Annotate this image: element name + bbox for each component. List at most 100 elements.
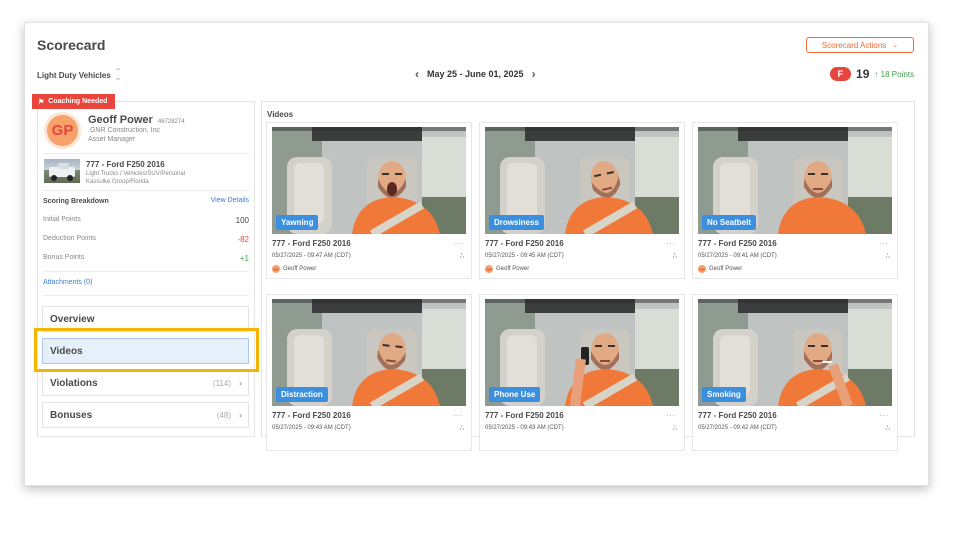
- videos-panel: Videos Yawning 777 - Ford F250 2016 ... …: [261, 101, 915, 451]
- grade-badge: F: [829, 67, 852, 81]
- event-type-badge: No Seatbelt: [702, 215, 757, 230]
- more-options-icon[interactable]: ...: [453, 409, 463, 418]
- chevron-down-icon: ⌄: [892, 42, 899, 49]
- video-vehicle-name: 777 - Ford F250 2016: [485, 411, 564, 420]
- video-timestamp: 05/27/2025 - 09:45 AM (CDT): [485, 253, 564, 259]
- bonuses-count: (48): [216, 410, 231, 420]
- arrow-up-icon: ↑: [874, 69, 879, 79]
- deduction-points-row: Deduction Points -82: [43, 235, 249, 244]
- vehicle-type-label: Light Duty Vehicles: [37, 70, 111, 80]
- vehicle-type-select[interactable]: Light Duty Vehicles ⌃ ⌄: [37, 68, 122, 82]
- more-options-icon[interactable]: ...: [666, 409, 676, 418]
- chevron-right-icon: ›: [239, 378, 242, 388]
- view-details-link[interactable]: View Details: [211, 197, 249, 204]
- initial-points-value: 100: [235, 216, 249, 225]
- attachments-link[interactable]: Attachments (0): [43, 279, 92, 286]
- video-thumbnail[interactable]: Smoking: [698, 299, 892, 406]
- share-icon[interactable]: ∴: [673, 424, 677, 432]
- video-timestamp: 05/27/2025 - 09:47 AM (CDT): [272, 253, 351, 259]
- bonus-points-row: Bonus Points +1: [43, 254, 249, 263]
- next-week-icon[interactable]: ›: [532, 67, 536, 81]
- scorecard-panel: Scorecard Scorecard Actions ⌄ Light Duty…: [24, 22, 929, 486]
- tab-violations[interactable]: Violations (114) ›: [42, 370, 249, 396]
- video-card[interactable]: Phone Use 777 - Ford F250 2016 ... 05/27…: [479, 294, 685, 451]
- video-driver-name: Geoff Power: [709, 266, 743, 272]
- video-card[interactable]: Yawning 777 - Ford F250 2016 ... 05/27/2…: [266, 122, 472, 279]
- points-delta-label: 18 Points: [880, 69, 914, 79]
- avatar: GP: [485, 265, 493, 273]
- video-card[interactable]: Smoking 777 - Ford F250 2016 ... 05/27/2…: [692, 294, 898, 451]
- violations-count: (114): [212, 378, 231, 388]
- video-card[interactable]: No Seatbelt 777 - Ford F250 2016 ... 05/…: [692, 122, 898, 279]
- previous-week-icon[interactable]: ‹: [415, 67, 419, 81]
- video-vehicle-name: 777 - Ford F250 2016: [485, 239, 564, 248]
- video-card[interactable]: Drowsiness 777 - Ford F250 2016 ... 05/2…: [479, 122, 685, 279]
- tab-overview-label: Overview: [50, 313, 95, 325]
- more-options-icon[interactable]: ...: [453, 237, 463, 246]
- deduction-points-label: Deduction Points: [43, 235, 96, 242]
- video-thumbnail[interactable]: Distraction: [272, 299, 466, 406]
- points-delta: ↑ 18 Points: [874, 70, 914, 79]
- tab-violations-label: Violations: [50, 377, 98, 389]
- tab-bonuses[interactable]: Bonuses (48) ›: [42, 402, 249, 428]
- vehicle-thumbnail: [44, 159, 80, 183]
- coaching-needed-label: Coaching Needed: [48, 98, 108, 105]
- event-type-badge: Distraction: [276, 387, 328, 402]
- more-options-icon[interactable]: ...: [879, 237, 889, 246]
- initial-points-label: Initial Points: [43, 216, 81, 223]
- video-vehicle-name: 777 - Ford F250 2016: [272, 239, 351, 248]
- video-driver: GP Geoff Power: [272, 265, 316, 273]
- flag-icon: ⚑: [38, 98, 45, 106]
- share-icon[interactable]: ∴: [460, 424, 464, 432]
- videos-tab-highlight: [34, 328, 259, 372]
- video-thumbnail[interactable]: Phone Use: [485, 299, 679, 406]
- video-timestamp: 05/27/2025 - 09:43 AM (CDT): [272, 425, 351, 431]
- video-card[interactable]: Distraction 777 - Ford F250 2016 ... 05/…: [266, 294, 472, 451]
- driver-id: 46728274: [157, 119, 185, 125]
- driver-name: Geoff Power 46728274: [88, 114, 185, 126]
- event-type-badge: Smoking: [702, 387, 746, 402]
- deduction-points-value: -82: [237, 235, 249, 244]
- video-thumbnail[interactable]: Yawning: [272, 127, 466, 234]
- event-type-badge: Yawning: [276, 215, 319, 230]
- share-icon[interactable]: ∴: [886, 252, 890, 260]
- driver-company: .GNR Construction, Inc: [88, 127, 160, 134]
- video-timestamp: 05/27/2025 - 09:41 AM (CDT): [698, 253, 777, 259]
- page-title: Scorecard: [37, 37, 106, 53]
- videos-title: Videos: [267, 110, 294, 119]
- driver-role: Asset Manager: [88, 136, 136, 143]
- divider: [43, 153, 249, 154]
- bonus-points-label: Bonus Points: [43, 254, 85, 261]
- scorecard-actions-button[interactable]: Scorecard Actions ⌄: [806, 37, 914, 53]
- video-vehicle-name: 777 - Ford F250 2016: [698, 411, 777, 420]
- avatar: GP: [272, 265, 280, 273]
- video-thumbnail[interactable]: Drowsiness: [485, 127, 679, 234]
- more-options-icon[interactable]: ...: [666, 237, 676, 246]
- share-icon[interactable]: ∴: [886, 424, 890, 432]
- date-range-label: May 25 - June 01, 2025: [427, 69, 524, 79]
- event-type-badge: Phone Use: [489, 387, 541, 402]
- more-options-icon[interactable]: ...: [879, 409, 889, 418]
- driver-sidebar: ⚑ Coaching Needed GP Geoff Power 4672827…: [32, 94, 255, 437]
- share-icon[interactable]: ∴: [673, 252, 677, 260]
- initial-points-row: Initial Points 100: [43, 216, 249, 225]
- video-thumbnail[interactable]: No Seatbelt: [698, 127, 892, 234]
- driver-name-label: Geoff Power: [88, 114, 153, 126]
- video-vehicle-name: 777 - Ford F250 2016: [698, 239, 777, 248]
- vehicle-type: Light Trucks / Vehicles/SUV/Personal: [86, 171, 186, 177]
- scorecard-actions-label: Scorecard Actions: [821, 40, 887, 50]
- video-driver-name: Geoff Power: [283, 266, 317, 272]
- video-driver: GP Geoff Power: [485, 265, 529, 273]
- divider: [43, 271, 249, 272]
- score-summary: F 19 ↑ 18 Points: [829, 67, 914, 81]
- video-timestamp: 05/27/2025 - 09:43 AM (CDT): [485, 425, 564, 431]
- video-driver: GP Geoff Power: [698, 265, 742, 273]
- scoring-breakdown-label: Scoring Breakdown: [43, 198, 109, 205]
- divider: [43, 295, 249, 296]
- event-type-badge: Drowsiness: [489, 215, 544, 230]
- vehicle-name: 777 - Ford F250 2016: [86, 160, 165, 169]
- share-icon[interactable]: ∴: [460, 252, 464, 260]
- vehicle-group: Kassulke Group/Florida: [86, 179, 149, 185]
- video-vehicle-name: 777 - Ford F250 2016: [272, 411, 351, 420]
- chevron-right-icon: ›: [239, 410, 242, 420]
